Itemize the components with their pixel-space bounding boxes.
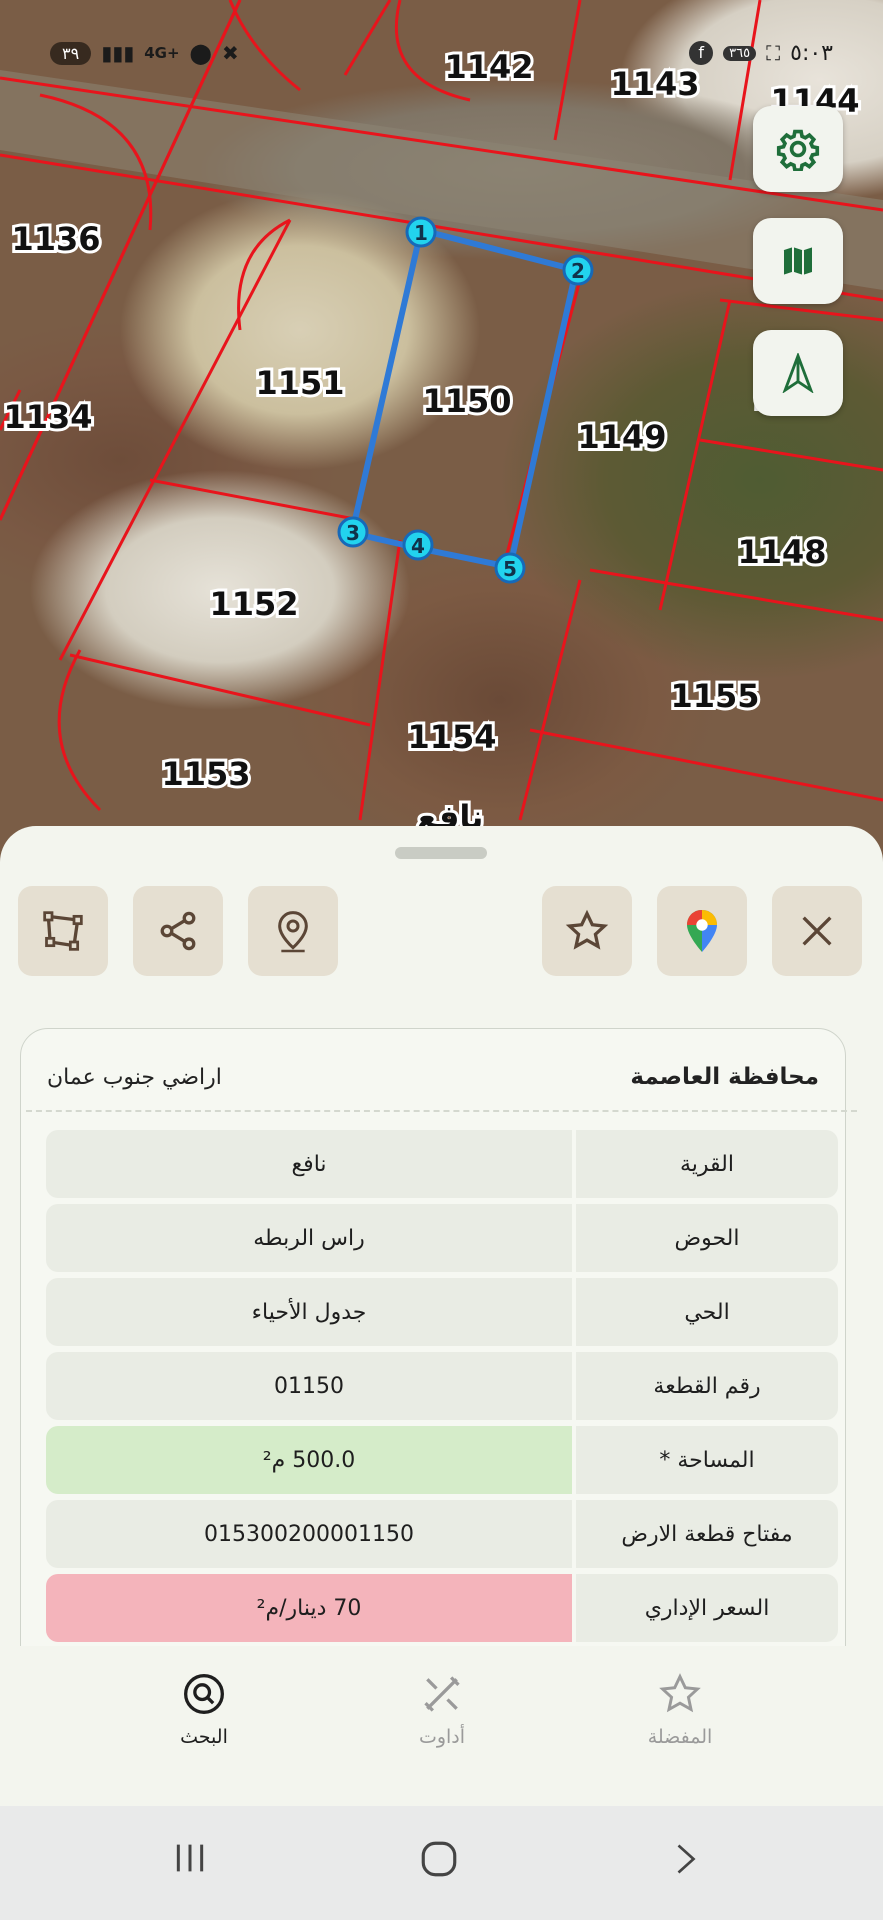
search-icon [184, 1674, 224, 1714]
map-overlay: 1 2 3 4 5 1142 1143 1144 1136 1134 1151 … [0, 0, 883, 839]
divider [26, 1110, 857, 1112]
svg-text:4: 4 [411, 534, 425, 558]
screenshot-icon: ⛶ [766, 41, 781, 65]
parcel-label[interactable]: 1148 [734, 530, 829, 574]
info-row-village: نافع القرية [46, 1130, 838, 1198]
parcel-label[interactable]: 1142 [441, 45, 536, 89]
battery-indicator: ٣٩ [50, 41, 92, 65]
info-value: 015300200001150 [46, 1500, 572, 1568]
gear-icon [776, 129, 820, 171]
parcel-label[interactable]: 1149 [574, 415, 669, 459]
nav-search[interactable]: البحث [134, 1672, 274, 1748]
drag-handle[interactable] [395, 847, 487, 859]
signal-icon: ▮▮▮ [101, 41, 135, 65]
recent-apps-button[interactable] [170, 1838, 210, 1882]
parcel-label[interactable]: 1134 [0, 395, 95, 439]
share-button[interactable] [133, 886, 223, 976]
info-row-area: 500.0 م² المساحة * [46, 1426, 838, 1494]
svg-text:2: 2 [571, 259, 585, 283]
star-icon [659, 1673, 701, 1713]
location-button[interactable] [248, 886, 338, 976]
info-label: السعر الإداري [576, 1574, 838, 1642]
info-row-parcel-key: 015300200001150 مفتاح قطعة الارض [46, 1500, 838, 1568]
info-value: 70 دينار/م² [46, 1574, 572, 1642]
parcel-label[interactable]: 1153 [158, 752, 253, 796]
info-value: نافع [46, 1130, 572, 1198]
draw-polygon-button[interactable] [18, 886, 108, 976]
favorite-button[interactable] [542, 886, 632, 976]
facebook-icon: f [689, 41, 714, 65]
parcel-label[interactable]: 1152 [206, 582, 301, 626]
nav-tools[interactable]: أداوت [372, 1672, 512, 1748]
parcel-label[interactable]: 1155 [667, 674, 762, 718]
mute-icon: ✖ [221, 41, 239, 65]
vertex-marker[interactable]: 2 [562, 254, 594, 286]
tools-icon [424, 1676, 460, 1712]
google-maps-button[interactable] [657, 886, 747, 976]
clock: ٥:٠٣ [790, 40, 833, 66]
parcel-label[interactable]: 1150 [419, 379, 514, 423]
chevron-right-icon [677, 1844, 696, 1874]
status-bar-right: f ٣٦٥ ⛶ ٥:٠٣ [689, 36, 833, 70]
back-button[interactable] [668, 1838, 704, 1884]
map-layers-button[interactable] [753, 218, 843, 304]
info-label: القرية [576, 1130, 838, 1198]
info-value: جدول الأحياء [46, 1278, 572, 1346]
settings-button[interactable] [753, 106, 843, 192]
svg-text:3: 3 [346, 521, 360, 545]
share-icon [160, 911, 196, 951]
info-value: راس الربطه [46, 1204, 572, 1272]
card-header: محافظة العاصمة اراضي جنوب عمان [21, 1049, 845, 1105]
governorate-title: محافظة العاصمة [630, 1064, 819, 1090]
info-label: رقم القطعة [576, 1352, 838, 1420]
recent-apps-icon [176, 1844, 204, 1872]
google-maps-pin-icon [687, 910, 717, 952]
info-row-basin: راس الربطه الحوض [46, 1204, 838, 1272]
parcel-map[interactable]: 1 2 3 4 5 1142 1143 1144 1136 1134 1151 … [0, 0, 883, 880]
parcel-label[interactable]: 1136 [8, 217, 103, 261]
svg-text:5: 5 [503, 557, 517, 581]
info-row-admin-price: 70 دينار/م² السعر الإداري [46, 1574, 838, 1642]
north-arrow-button[interactable] [753, 330, 843, 416]
nav-search-label: البحث [180, 1726, 228, 1748]
info-label: المساحة * [576, 1426, 838, 1494]
close-button[interactable] [772, 886, 862, 976]
svg-text:1: 1 [414, 221, 428, 245]
status-bar-left: ٣٩ ▮▮▮ 4G+ ⬤ ✖ [50, 36, 239, 70]
info-row-parcel-number: 01150 رقم القطعة [46, 1352, 838, 1420]
info-label: الحي [576, 1278, 838, 1346]
info-label: الحوض [576, 1204, 838, 1272]
map-icon [782, 244, 814, 278]
close-icon [802, 916, 832, 946]
info-label: مفتاح قطعة الارض [576, 1500, 838, 1568]
home-icon [421, 1841, 457, 1877]
vertex-marker[interactable]: 1 [405, 216, 437, 248]
nav-favorites-label: المفضلة [647, 1726, 713, 1748]
nav-tools-label: أداوت [418, 1726, 466, 1748]
info-row-neighborhood: جدول الأحياء الحي [46, 1278, 838, 1346]
vertex-marker[interactable]: 4 [402, 529, 434, 561]
polygon-icon [43, 911, 83, 951]
star-icon [565, 909, 609, 950]
network-label: 4G+ [144, 44, 180, 62]
home-button[interactable] [418, 1838, 460, 1884]
vertex-marker[interactable]: 5 [494, 552, 526, 584]
parcel-label[interactable]: 1154 [404, 715, 499, 759]
parcel-label[interactable]: 1143 [607, 62, 702, 106]
nav-favorites[interactable]: المفضلة [610, 1672, 750, 1748]
location-pin-icon [278, 911, 308, 953]
info-value: 500.0 م² [46, 1426, 572, 1494]
parcel-label[interactable]: 1151 [252, 361, 347, 405]
notification-badge: ٣٦٥ [723, 45, 757, 61]
location-status-icon: ⬤ [189, 41, 212, 65]
directorate-title: اراضي جنوب عمان [47, 1064, 222, 1090]
vertex-marker[interactable]: 3 [337, 516, 369, 548]
compass-arrow-icon [782, 353, 814, 393]
info-value: 01150 [46, 1352, 572, 1420]
